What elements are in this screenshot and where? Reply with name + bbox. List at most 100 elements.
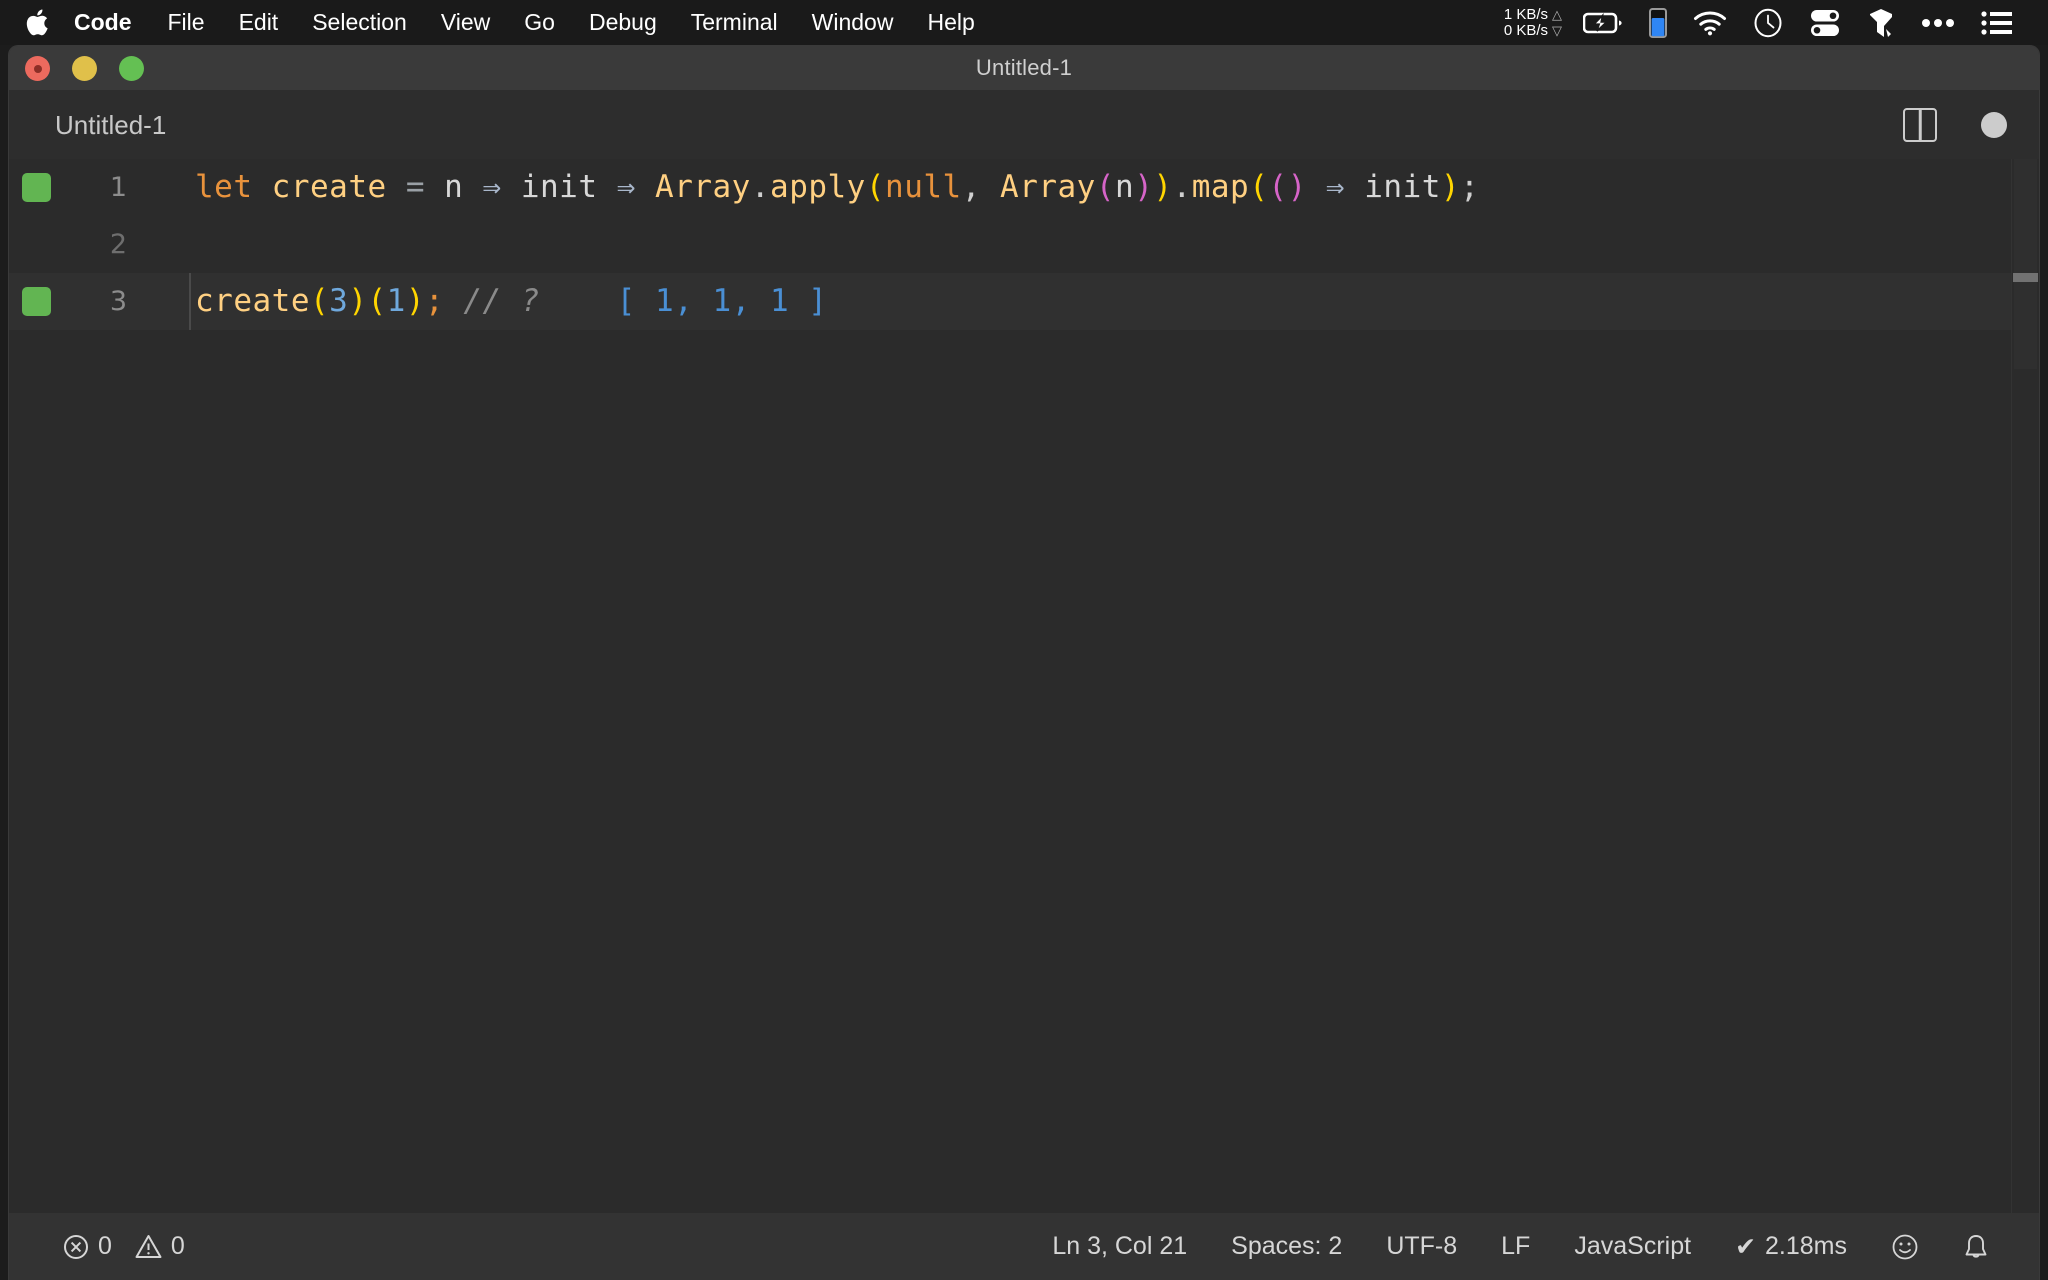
feedback-button[interactable] bbox=[1869, 1213, 1941, 1280]
editor-actions bbox=[1903, 108, 2039, 142]
problems-indicator[interactable]: 0 0 bbox=[41, 1213, 207, 1280]
code-token: ( bbox=[865, 169, 886, 205]
menu-bar-left-group: Code File Edit Selection View Go Debug T… bbox=[0, 0, 992, 45]
upload-arrow-icon: △ bbox=[1552, 6, 1562, 22]
status-bar-right: Ln 3, Col 21 Spaces: 2 UTF-8 LF JavaScri… bbox=[1030, 1213, 2039, 1280]
editor-line[interactable]: 3 create(3)(1); // ? [ 1, 1, 1 ] bbox=[9, 273, 2039, 330]
code-token: Array bbox=[1000, 169, 1096, 205]
tab-untitled-1[interactable]: Untitled-1 bbox=[9, 91, 197, 159]
code-token: ⇒ bbox=[1325, 169, 1346, 205]
code-token: n bbox=[444, 169, 464, 205]
shield-icon[interactable] bbox=[1854, 0, 1908, 45]
gutter-run-marker[interactable] bbox=[22, 287, 51, 316]
overview-ruler-mark bbox=[2013, 273, 2038, 282]
runtime-indicator[interactable]: ✔ 2.18ms bbox=[1713, 1213, 1869, 1280]
indentation-setting[interactable]: Spaces: 2 bbox=[1209, 1213, 1364, 1280]
minimize-button[interactable] bbox=[72, 56, 97, 81]
window-traffic-lights bbox=[25, 46, 144, 91]
code-token: create bbox=[195, 283, 310, 319]
code-token: ) bbox=[1287, 169, 1307, 205]
code-token: init bbox=[520, 169, 598, 205]
code-token: ( bbox=[367, 283, 387, 319]
wifi-icon[interactable] bbox=[1680, 0, 1740, 45]
code-token: . bbox=[750, 169, 771, 205]
upload-speed: 1 KB/s bbox=[1503, 5, 1548, 23]
code-token: ( bbox=[309, 283, 330, 319]
code-token: . bbox=[1172, 169, 1192, 205]
toggles-icon[interactable] bbox=[1796, 0, 1854, 45]
code-token: map bbox=[1191, 169, 1250, 205]
code-editor[interactable]: 1 let create = n ⇒ init ⇒ Array.apply(nul… bbox=[9, 159, 2039, 1214]
editor-tab-bar: Untitled-1 bbox=[9, 91, 2039, 159]
code-token: Array bbox=[655, 169, 751, 205]
code-token: = bbox=[405, 169, 425, 205]
clock-icon[interactable] bbox=[1740, 0, 1796, 45]
menu-item-help[interactable]: Help bbox=[910, 0, 991, 45]
code-token: ) bbox=[348, 283, 368, 319]
menu-item-view[interactable]: View bbox=[424, 0, 507, 45]
scrollbar-slider[interactable] bbox=[2014, 159, 2037, 369]
unsaved-dot-icon[interactable] bbox=[1981, 112, 2007, 138]
inline-result-value: [ 1, 1, 1 ] bbox=[616, 283, 828, 319]
line-content[interactable]: create(3)(1); // ? [ 1, 1, 1 ] bbox=[195, 273, 827, 330]
menu-item-go[interactable]: Go bbox=[507, 0, 572, 45]
code-token: apply bbox=[770, 169, 866, 205]
encoding-setting[interactable]: UTF-8 bbox=[1364, 1213, 1479, 1280]
warning-triangle-icon bbox=[135, 1234, 162, 1259]
ellipsis-icon[interactable] bbox=[1908, 0, 1968, 45]
menu-item-file[interactable]: File bbox=[151, 0, 222, 45]
maximize-button[interactable] bbox=[119, 56, 144, 81]
notifications-button[interactable] bbox=[1941, 1213, 2011, 1280]
editor-line[interactable]: 1 let create = n ⇒ init ⇒ Array.apply(nul… bbox=[9, 159, 2039, 216]
code-token: ; bbox=[1460, 169, 1480, 205]
code-token: n bbox=[1115, 169, 1135, 205]
menu-item-debug[interactable]: Debug bbox=[572, 0, 674, 45]
code-token: ⇒ bbox=[616, 169, 636, 205]
line-number: 2 bbox=[109, 229, 127, 260]
editor-line[interactable]: 2 bbox=[9, 216, 2039, 273]
line-number: 1 bbox=[109, 172, 127, 203]
window-title-bar: Untitled-1 bbox=[9, 46, 2039, 91]
split-editor-icon[interactable] bbox=[1903, 108, 1937, 142]
line-content[interactable]: let create = n ⇒ init ⇒ Array.apply(null… bbox=[195, 159, 1479, 216]
code-token: let bbox=[195, 169, 253, 205]
window-title: Untitled-1 bbox=[975, 55, 1073, 80]
battery-charging-icon[interactable] bbox=[1570, 0, 1636, 45]
cursor-position[interactable]: Ln 3, Col 21 bbox=[1030, 1213, 1209, 1280]
close-button[interactable] bbox=[25, 56, 50, 81]
eol-setting[interactable]: LF bbox=[1479, 1213, 1552, 1280]
warning-count: 0 bbox=[170, 1232, 185, 1260]
code-token: ; bbox=[425, 283, 445, 319]
menu-item-edit[interactable]: Edit bbox=[222, 0, 296, 45]
menu-item-terminal[interactable]: Terminal bbox=[674, 0, 795, 45]
menu-item-code[interactable]: Code bbox=[74, 0, 151, 45]
download-speed: 0 KB/s bbox=[1503, 21, 1548, 39]
list-menu-icon[interactable] bbox=[1968, 0, 2026, 45]
network-speed-indicator[interactable]: 1 KB/s 0 KB/s △ ▽ bbox=[1492, 5, 1570, 39]
language-mode[interactable]: JavaScript bbox=[1552, 1213, 1713, 1280]
menu-item-selection[interactable]: Selection bbox=[295, 0, 424, 45]
vscode-window: Untitled-1 Untitled-1 1 let create = n ⇒ … bbox=[8, 45, 2040, 1280]
apple-logo-icon[interactable] bbox=[24, 8, 50, 38]
download-arrow-icon: ▽ bbox=[1552, 22, 1562, 38]
error-count: 0 bbox=[98, 1232, 112, 1260]
menu-item-window[interactable]: Window bbox=[795, 0, 911, 45]
code-token: create bbox=[271, 169, 387, 205]
overview-ruler[interactable] bbox=[2011, 159, 2039, 1214]
code-token: init bbox=[1364, 169, 1441, 205]
gauge-bar-icon[interactable] bbox=[1636, 0, 1680, 45]
code-token: ( bbox=[1249, 169, 1269, 205]
tab-label: Untitled-1 bbox=[55, 109, 167, 140]
check-icon: ✔ bbox=[1735, 1232, 1757, 1261]
status-bar-left: 0 0 bbox=[9, 1213, 207, 1280]
code-token: 1 bbox=[386, 283, 406, 319]
gutter-run-marker[interactable] bbox=[22, 173, 51, 202]
